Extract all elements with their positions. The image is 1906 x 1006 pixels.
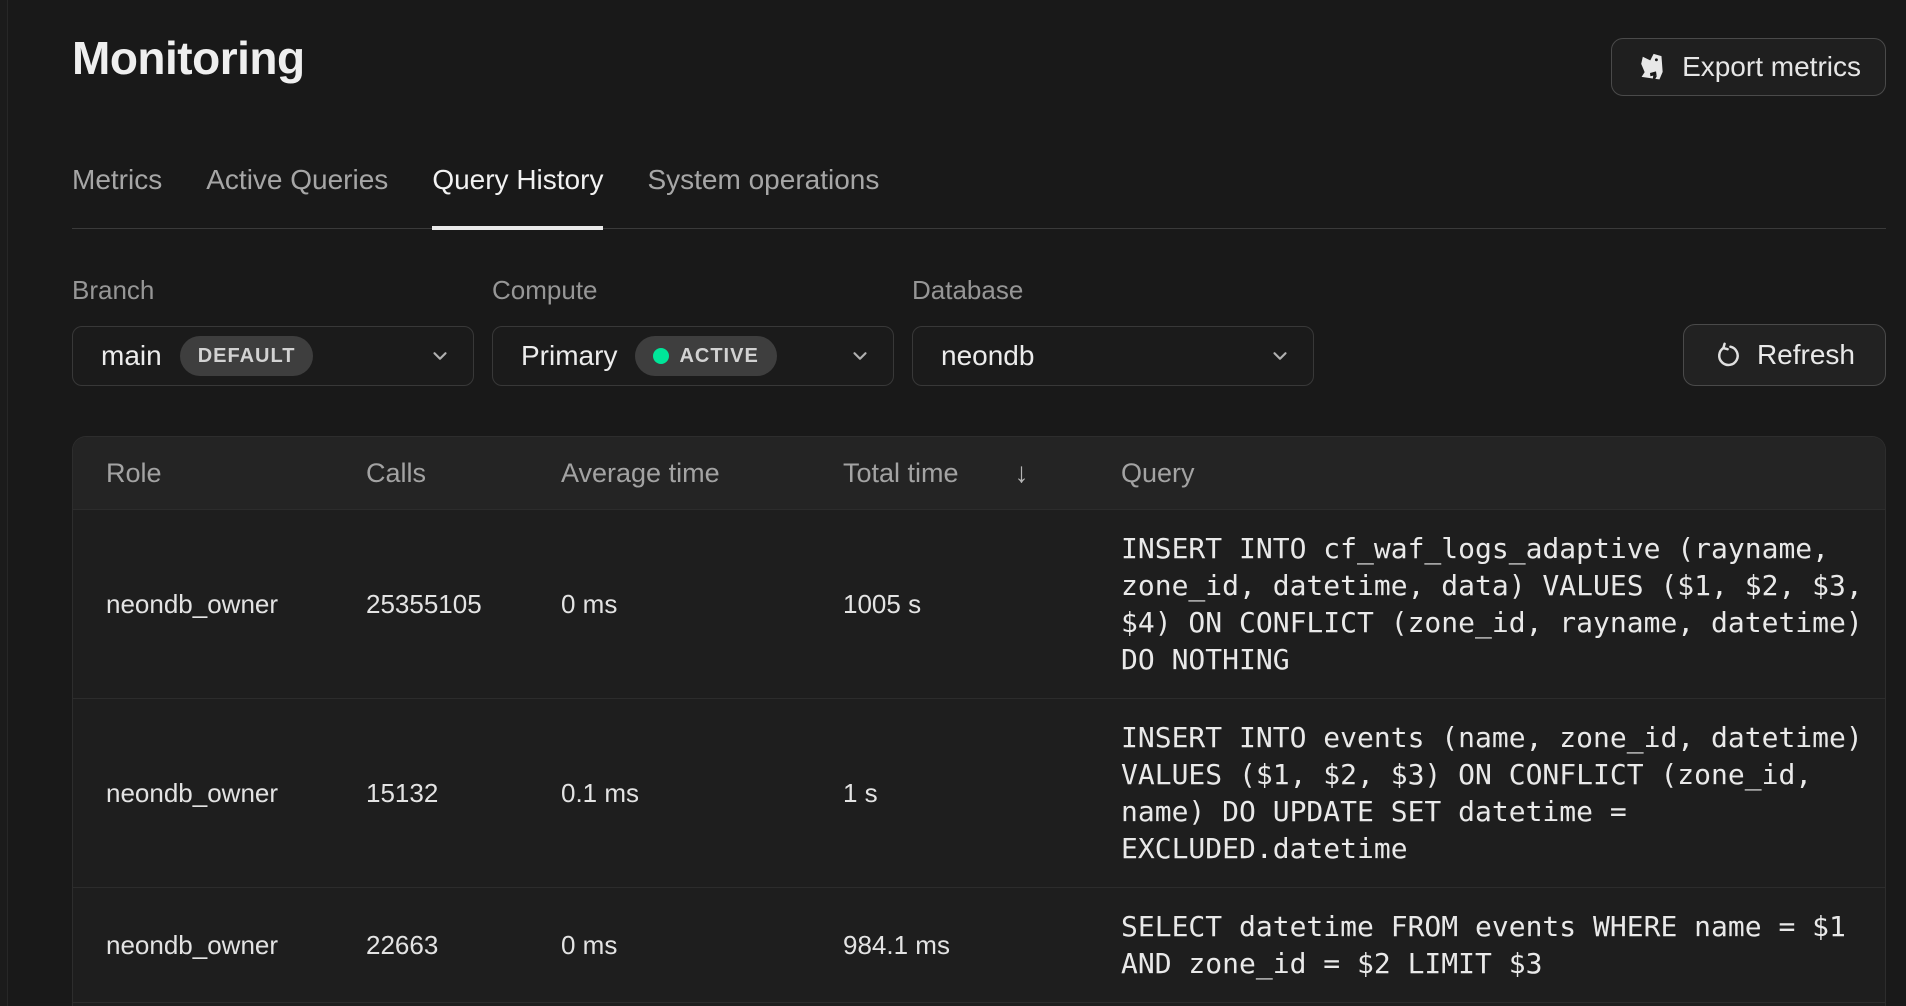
datadog-icon — [1636, 51, 1668, 83]
active-badge-label: ACTIVE — [679, 345, 758, 368]
filter-bar: Branch main DEFAULT Compute Primary ACTI… — [72, 275, 1886, 386]
column-header-average-time[interactable]: Average time — [561, 458, 843, 489]
query-cell: SELECT datetime FROM events WHERE name =… — [1121, 888, 1867, 1002]
chevron-down-icon — [1269, 345, 1291, 367]
branch-label: Branch — [72, 275, 474, 306]
export-metrics-label: Export metrics — [1682, 51, 1861, 83]
tab-bar: Metrics Active Queries Query History Sys… — [72, 164, 1886, 229]
table-row[interactable]: neondb_owner 15132 0.1 ms 1 s INSERT INT… — [73, 698, 1885, 887]
page-header: Monitoring Export metrics — [72, 30, 1886, 96]
table-row-partial — [73, 1002, 1885, 1006]
refresh-button[interactable]: Refresh — [1683, 324, 1886, 386]
average-time-cell: 0 ms — [561, 589, 843, 620]
active-badge: ACTIVE — [635, 336, 776, 376]
default-badge: DEFAULT — [180, 336, 314, 376]
compute-label: Compute — [492, 275, 894, 306]
average-time-cell: 0 ms — [561, 930, 843, 961]
role-cell: neondb_owner — [106, 589, 366, 620]
compute-select[interactable]: Primary ACTIVE — [492, 326, 894, 386]
database-label: Database — [912, 275, 1314, 306]
table-row[interactable]: neondb_owner 22663 0 ms 984.1 ms SELECT … — [73, 887, 1885, 1002]
column-header-total-time[interactable]: Total time ↓ — [843, 457, 1121, 489]
branch-select[interactable]: main DEFAULT — [72, 326, 474, 386]
compute-value: Primary — [521, 340, 617, 372]
page-title: Monitoring — [72, 30, 305, 86]
database-select[interactable]: neondb — [912, 326, 1314, 386]
role-cell: neondb_owner — [106, 930, 366, 961]
chevron-down-icon — [849, 345, 871, 367]
refresh-label: Refresh — [1757, 339, 1855, 371]
calls-cell: 22663 — [366, 930, 561, 961]
calls-cell: 15132 — [366, 778, 561, 809]
total-time-cell: 984.1 ms — [843, 930, 1121, 961]
refresh-icon — [1714, 342, 1741, 369]
tab-active-queries[interactable]: Active Queries — [206, 164, 388, 230]
query-history-table: Role Calls Average time Total time ↓ Que… — [72, 436, 1886, 1006]
compute-filter: Compute Primary ACTIVE — [492, 275, 894, 386]
table-row[interactable]: neondb_owner 25355105 0 ms 1005 s INSERT… — [73, 509, 1885, 698]
column-header-query[interactable]: Query — [1121, 458, 1867, 489]
status-dot-icon — [653, 348, 669, 364]
calls-cell: 25355105 — [366, 589, 561, 620]
database-value: neondb — [941, 340, 1034, 372]
table-header-row: Role Calls Average time Total time ↓ Que… — [73, 437, 1885, 509]
total-time-cell: 1 s — [843, 778, 1121, 809]
total-time-label: Total time — [843, 458, 959, 489]
sidebar-edge — [0, 0, 8, 1006]
tab-system-operations[interactable]: System operations — [647, 164, 879, 230]
query-cell: INSERT INTO events (name, zone_id, datet… — [1121, 699, 1867, 887]
monitoring-page: Monitoring Export metrics Metrics Active… — [8, 0, 1906, 1006]
export-metrics-button[interactable]: Export metrics — [1611, 38, 1886, 96]
branch-value: main — [101, 340, 162, 372]
query-cell: INSERT INTO cf_waf_logs_adaptive (raynam… — [1121, 510, 1867, 698]
tab-query-history[interactable]: Query History — [432, 164, 603, 230]
role-cell: neondb_owner — [106, 778, 366, 809]
average-time-cell: 0.1 ms — [561, 778, 843, 809]
total-time-cell: 1005 s — [843, 589, 1121, 620]
column-header-role[interactable]: Role — [106, 458, 366, 489]
sort-desc-icon: ↓ — [1015, 457, 1029, 489]
branch-filter: Branch main DEFAULT — [72, 275, 474, 386]
column-header-calls[interactable]: Calls — [366, 458, 561, 489]
chevron-down-icon — [429, 345, 451, 367]
tab-metrics[interactable]: Metrics — [72, 164, 162, 230]
database-filter: Database neondb — [912, 275, 1314, 386]
